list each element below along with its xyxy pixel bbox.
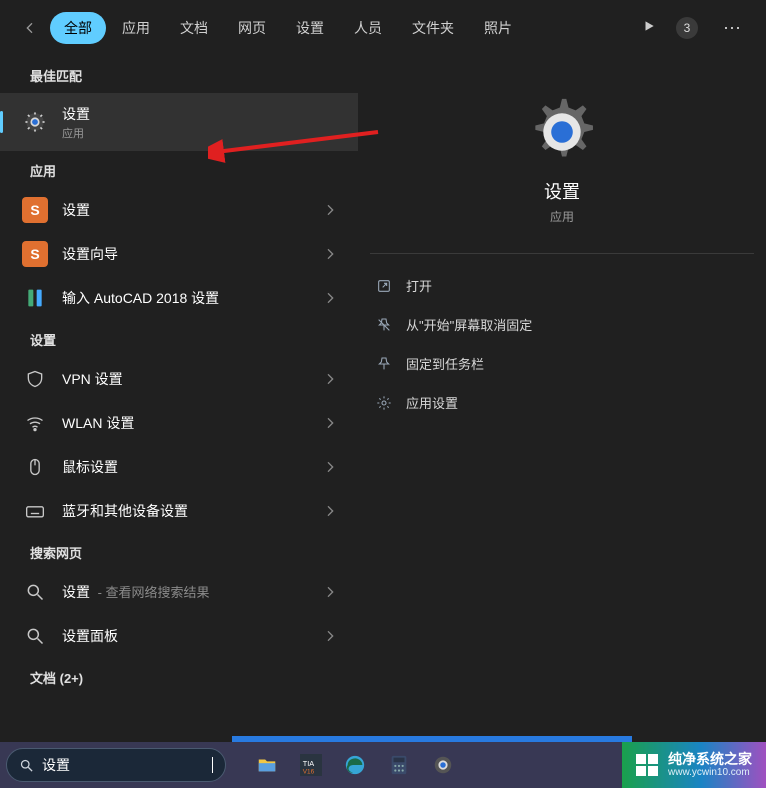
app-title: 设置 bbox=[62, 200, 308, 220]
action-open[interactable]: 打开 bbox=[370, 266, 754, 305]
watermark: 纯净系统之家 www.ycwin10.com bbox=[622, 742, 766, 788]
preview-panel: 设置 应用 打开 从"开始"屏幕取消固定 固定到任务栏 应用设置 bbox=[358, 56, 766, 742]
search-icon bbox=[22, 579, 48, 605]
section-apps: 应用 bbox=[0, 151, 358, 188]
search-icon bbox=[22, 623, 48, 649]
action-app-settings[interactable]: 应用设置 bbox=[370, 383, 754, 422]
svg-text:TIA: TIA bbox=[303, 759, 315, 768]
action-label: 应用设置 bbox=[406, 393, 458, 412]
run-icon[interactable] bbox=[642, 19, 656, 38]
settings-icon bbox=[22, 109, 48, 135]
explorer-icon[interactable] bbox=[254, 752, 280, 778]
web-title: 设置面板 bbox=[62, 626, 308, 646]
settings-icon-large bbox=[526, 96, 598, 168]
section-web: 搜索网页 bbox=[0, 533, 358, 570]
action-pin-taskbar[interactable]: 固定到任务栏 bbox=[370, 344, 754, 383]
setting-row-0[interactable]: VPN 设置 bbox=[0, 357, 358, 401]
action-label: 从"开始"屏幕取消固定 bbox=[406, 315, 532, 334]
chevron-right-icon bbox=[322, 628, 338, 644]
chevron-right-icon bbox=[322, 503, 338, 519]
web-row-0[interactable]: 设置 - 查看网络搜索结果 bbox=[0, 570, 358, 614]
keyboard-icon bbox=[22, 498, 48, 524]
text-caret bbox=[212, 757, 213, 773]
best-match-sub: 应用 bbox=[62, 125, 344, 141]
search-icon bbox=[19, 758, 34, 773]
windows-logo-icon bbox=[636, 754, 658, 776]
best-match-row[interactable]: 设置 应用 bbox=[0, 93, 358, 151]
app-title: 设置向导 bbox=[62, 244, 308, 264]
section-best-match: 最佳匹配 bbox=[0, 56, 358, 93]
tab-settings[interactable]: 设置 bbox=[282, 12, 338, 44]
brand-url: www.ycwin10.com bbox=[668, 767, 752, 778]
section-settings: 设置 bbox=[0, 320, 358, 357]
svg-text:V16: V16 bbox=[303, 768, 315, 775]
tab-people[interactable]: 人员 bbox=[340, 12, 396, 44]
tab-folders[interactable]: 文件夹 bbox=[398, 12, 468, 44]
preview-title: 设置 bbox=[544, 178, 580, 204]
mouse-icon bbox=[22, 454, 48, 480]
best-match-title: 设置 bbox=[62, 104, 344, 124]
calculator-icon[interactable] bbox=[386, 752, 412, 778]
back-button[interactable] bbox=[14, 12, 46, 44]
tab-documents[interactable]: 文档 bbox=[166, 12, 222, 44]
chevron-right-icon bbox=[322, 459, 338, 475]
separator bbox=[370, 253, 754, 254]
app-title: 输入 AutoCAD 2018 设置 bbox=[62, 288, 308, 308]
results-panel: 最佳匹配 设置 应用 应用 S 设置 S 设置向导 bbox=[0, 56, 358, 742]
filter-tabs: 全部 应用 文档 网页 设置 人员 文件夹 照片 bbox=[50, 12, 526, 44]
app-row-0[interactable]: S 设置 bbox=[0, 188, 358, 232]
action-label: 固定到任务栏 bbox=[406, 354, 484, 373]
tab-all[interactable]: 全部 bbox=[50, 12, 106, 44]
web-title: 设置 - 查看网络搜索结果 bbox=[62, 582, 308, 602]
setting-title: VPN 设置 bbox=[62, 369, 308, 389]
web-row-1[interactable]: 设置面板 bbox=[0, 614, 358, 658]
app-row-1[interactable]: S 设置向导 bbox=[0, 232, 358, 276]
search-input[interactable]: 设置 bbox=[42, 755, 204, 775]
autocad-icon bbox=[22, 285, 48, 311]
chevron-right-icon bbox=[322, 202, 338, 218]
taskbar-search[interactable]: 设置 bbox=[6, 748, 226, 782]
chevron-right-icon bbox=[322, 415, 338, 431]
settings-taskbar-icon[interactable] bbox=[430, 752, 456, 778]
shield-icon bbox=[22, 366, 48, 392]
action-label: 打开 bbox=[406, 276, 432, 295]
tab-photos[interactable]: 照片 bbox=[470, 12, 526, 44]
search-header: 全部 应用 文档 网页 设置 人员 文件夹 照片 3 ⋯ bbox=[0, 0, 766, 56]
chevron-right-icon bbox=[322, 584, 338, 600]
more-button[interactable]: ⋯ bbox=[718, 18, 746, 39]
app-row-2[interactable]: 输入 AutoCAD 2018 设置 bbox=[0, 276, 358, 320]
edge-icon[interactable] bbox=[342, 752, 368, 778]
setting-row-2[interactable]: 鼠标设置 bbox=[0, 445, 358, 489]
chevron-right-icon bbox=[322, 290, 338, 306]
setting-title: 蓝牙和其他设备设置 bbox=[62, 501, 308, 521]
setting-row-1[interactable]: WLAN 设置 bbox=[0, 401, 358, 445]
chevron-right-icon bbox=[322, 371, 338, 387]
result-count-badge: 3 bbox=[676, 17, 698, 39]
tab-apps[interactable]: 应用 bbox=[108, 12, 164, 44]
tab-web[interactable]: 网页 bbox=[224, 12, 280, 44]
setting-row-3[interactable]: 蓝牙和其他设备设置 bbox=[0, 489, 358, 533]
taskbar: 设置 TIAV16 纯净系统之家 www.ycwin10.com bbox=[0, 742, 766, 788]
wifi-icon bbox=[22, 410, 48, 436]
sogou-icon: S bbox=[22, 197, 48, 223]
setting-title: WLAN 设置 bbox=[62, 413, 308, 433]
chevron-right-icon bbox=[322, 246, 338, 262]
setting-title: 鼠标设置 bbox=[62, 457, 308, 477]
sogou-icon: S bbox=[22, 241, 48, 267]
tia-icon[interactable]: TIAV16 bbox=[298, 752, 324, 778]
action-unpin-start[interactable]: 从"开始"屏幕取消固定 bbox=[370, 305, 754, 344]
preview-sub: 应用 bbox=[550, 208, 574, 225]
brand-name: 纯净系统之家 bbox=[668, 752, 752, 767]
section-documents[interactable]: 文档 (2+) bbox=[0, 658, 358, 695]
